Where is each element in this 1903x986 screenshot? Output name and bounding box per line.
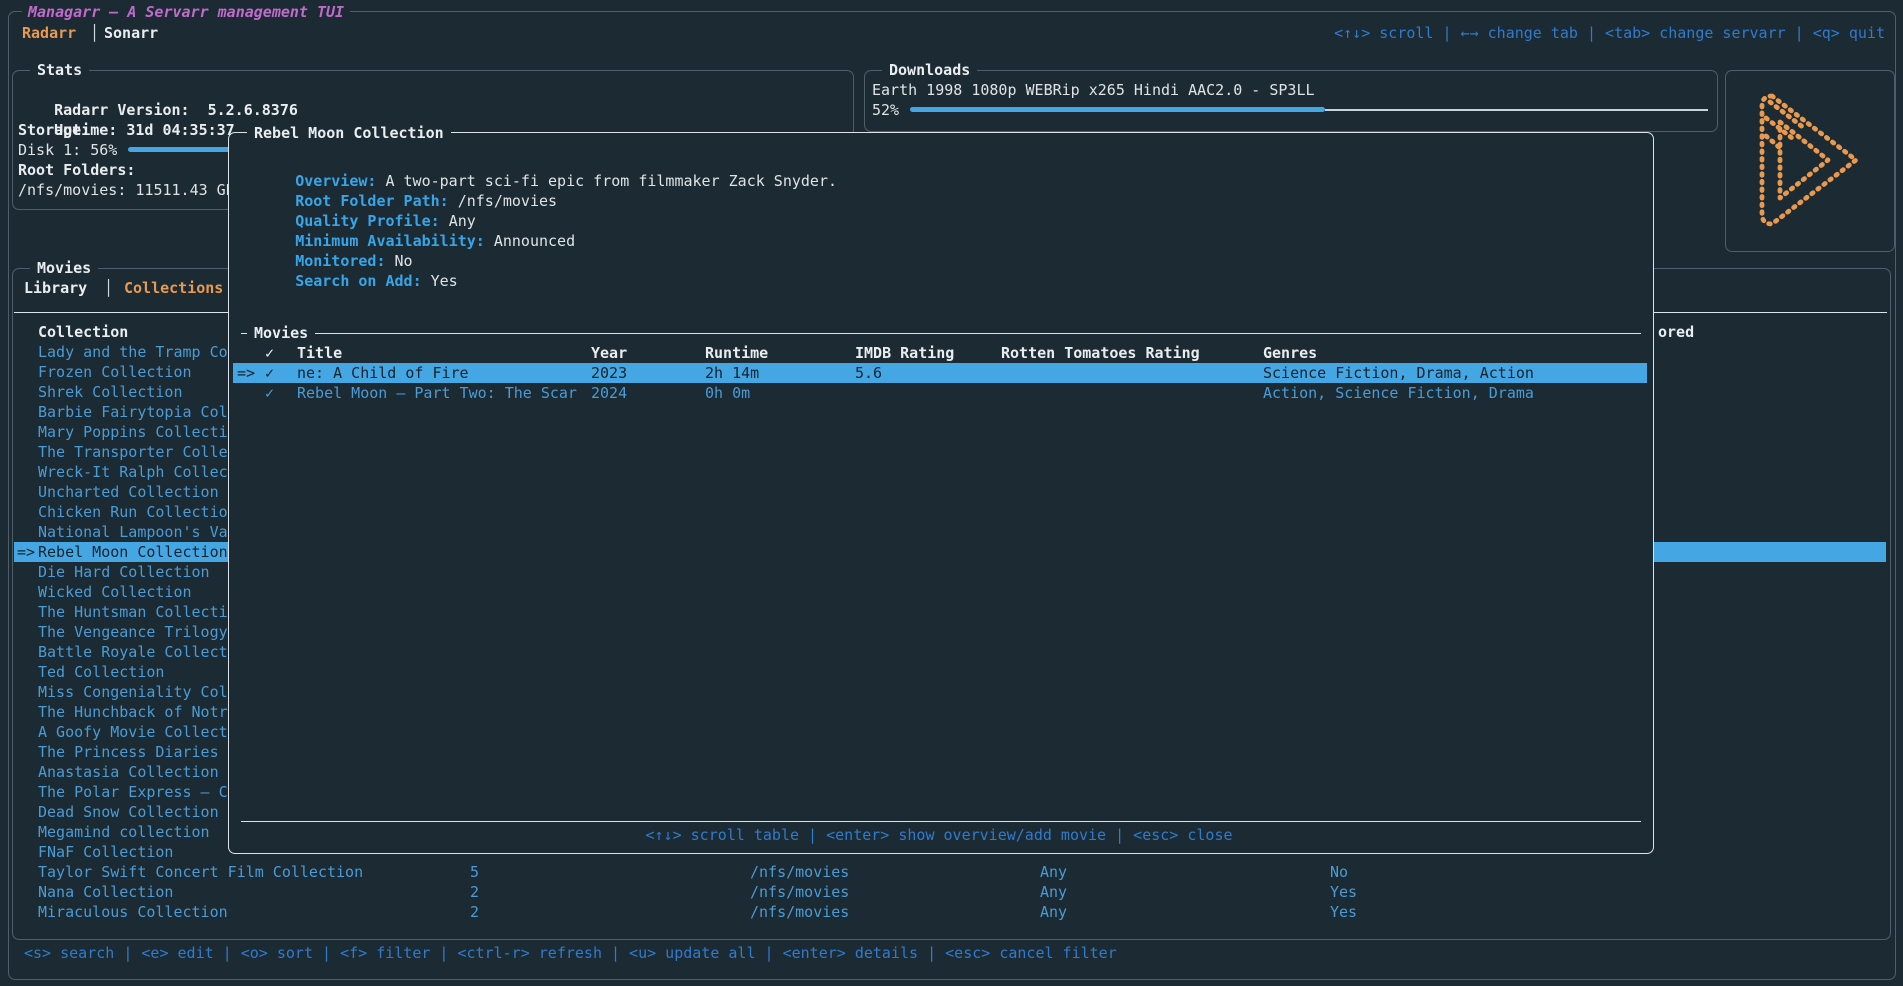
collection-name: National Lampoon's Va <box>38 522 228 542</box>
collection-name: Nana Collection <box>38 882 173 902</box>
collection-name: Chicken Run Collectio <box>38 502 228 522</box>
storage-label: Storage: <box>18 120 90 140</box>
collection-name: FNaF Collection <box>38 842 173 862</box>
collection-monitored: Yes <box>1330 902 1357 922</box>
collection-name: Wicked Collection <box>38 582 192 602</box>
uptime-value: 31d 04:35:37 <box>126 121 234 139</box>
root-folder-value: /nfs/movies: 11511.43 GB <box>18 180 235 200</box>
collection-count: 5 <box>470 862 479 882</box>
download-progress-track <box>1325 109 1708 111</box>
collection-name: Miss Congeniality Col <box>38 682 228 702</box>
movie-title: ne: A Child of Fire <box>297 363 469 383</box>
collection-row[interactable]: Nana Collection 2/nfs/movies Any Yes <box>12 882 1889 902</box>
collection-name: Miraculous Collection <box>38 902 228 922</box>
monitored-check-icon: ✓ <box>265 363 274 383</box>
tab-radarr[interactable]: Radarr <box>22 23 76 43</box>
collection-name: Shrek Collection <box>38 382 183 402</box>
collection-name: The Hunchback of Notr <box>38 702 228 722</box>
collection-row[interactable]: Miraculous Collection 2/nfs/movies Any Yes <box>12 902 1889 922</box>
movie-imdb: 5.6 <box>855 363 882 383</box>
modal-footer-keybinds: <↑↓> scroll table | <enter> show overvie… <box>229 825 1649 845</box>
stats-panel-title: Stats <box>30 60 89 80</box>
collection-name: Battle Royale Collect <box>38 642 228 662</box>
movie-year: 2024 <box>591 383 627 403</box>
download-progress-gauge <box>910 107 1325 112</box>
movie-row[interactable]: ✓ Rebel Moon – Part Two: The Scar 2024 0h 0… <box>229 383 1653 403</box>
collection-count: 2 <box>470 902 479 922</box>
managarr-app: Managarr — A Servarr management TUI Rada… <box>0 0 1903 986</box>
collection-details-modal: Rebel Moon Collection Overview:A two-par… <box>228 132 1654 854</box>
movie-row[interactable]: => ✓ ne: A Child of Fire 2023 2h 14m 5.6 Scien… <box>229 363 1653 383</box>
movie-year: 2023 <box>591 363 627 383</box>
collection-name: Die Hard Collection <box>38 562 210 582</box>
collection-name: The Princess Diaries <box>38 742 219 762</box>
collection-name: Mary Poppins Collecti <box>38 422 228 442</box>
downloads-panel-title: Downloads <box>882 60 977 80</box>
collection-path: /nfs/movies <box>750 882 849 902</box>
collection-quality: Any <box>1040 882 1067 902</box>
collection-monitored: No <box>1330 862 1348 882</box>
collection-monitored: Yes <box>1330 882 1357 902</box>
collection-name: Ted Collection <box>38 662 164 682</box>
collection-row[interactable]: Taylor Swift Concert Film Collection 5/nf… <box>12 862 1889 882</box>
movie-genres: Science Fiction, Drama, Action <box>1263 363 1534 383</box>
collection-name: A Goofy Movie Collect <box>38 722 228 742</box>
collection-name: The Transporter Colle <box>38 442 228 462</box>
movie-genres: Action, Science Fiction, Drama <box>1263 383 1534 403</box>
tab-sonarr[interactable]: Sonarr <box>104 23 158 43</box>
collection-name: Dead Snow Collection <box>38 802 219 822</box>
selection-arrow-icon: => <box>237 363 255 383</box>
top-keybinds: <↑↓> scroll | ←→ change tab | <tab> chan… <box>1334 23 1885 43</box>
collection-count: 2 <box>470 882 479 902</box>
movie-title: Rebel Moon – Part Two: The Scar <box>297 383 577 403</box>
collection-name: Taylor Swift Concert Film Collection <box>38 862 363 882</box>
download-item-title: Earth 1998 1080p WEBRip x265 Hindi AAC2.… <box>872 80 1315 100</box>
collection-path: /nfs/movies <box>750 902 849 922</box>
collection-name: Anastasia Collection <box>38 762 219 782</box>
monitored-check-icon: ✓ <box>265 383 274 403</box>
modal-movies-rows: => ✓ ne: A Child of Fire 2023 2h 14m 5.6 Scien… <box>229 133 1653 853</box>
radarr-version-row: Radarr Version:5.2.6.8376 <box>18 80 298 100</box>
root-folders-label: Root Folders: <box>18 160 135 180</box>
tab-separator: │ <box>90 23 99 43</box>
collection-name: Barbie Fairytopia Col <box>38 402 228 422</box>
collection-name: The Huntsman Collecti <box>38 602 228 622</box>
collection-quality: Any <box>1040 862 1067 882</box>
collection-name: Frozen Collection <box>38 362 192 382</box>
collection-quality: Any <box>1040 902 1067 922</box>
disk-usage-label: Disk 1: 56% <box>18 140 117 160</box>
download-percent-label: 52% <box>872 100 899 120</box>
modal-movies-bottomline <box>241 821 1641 822</box>
movie-runtime: 2h 14m <box>705 363 759 383</box>
movie-runtime: 0h 0m <box>705 383 750 403</box>
collection-name: The Polar Express – C <box>38 782 228 802</box>
collection-name: Uncharted Collection <box>38 482 219 502</box>
collection-path: /nfs/movies <box>750 862 849 882</box>
selection-arrow-icon: => <box>17 542 35 562</box>
collection-name: Megamind collection <box>38 822 210 842</box>
app-title: Managarr — A Servarr management TUI <box>22 2 350 22</box>
collection-name: Wreck-It Ralph Collec <box>38 462 228 482</box>
collection-name: Lady and the Tramp Co <box>38 342 228 362</box>
uptime-row: Uptime:31d 04:35:37 <box>18 100 235 120</box>
bottom-keybinds: <s> search | <e> edit | <o> sort | <f> f… <box>24 943 1117 963</box>
collection-name: Rebel Moon Collection <box>38 542 228 562</box>
radarr-logo-icon <box>1752 86 1870 234</box>
collection-name: The Vengeance Trilogy <box>38 622 228 642</box>
